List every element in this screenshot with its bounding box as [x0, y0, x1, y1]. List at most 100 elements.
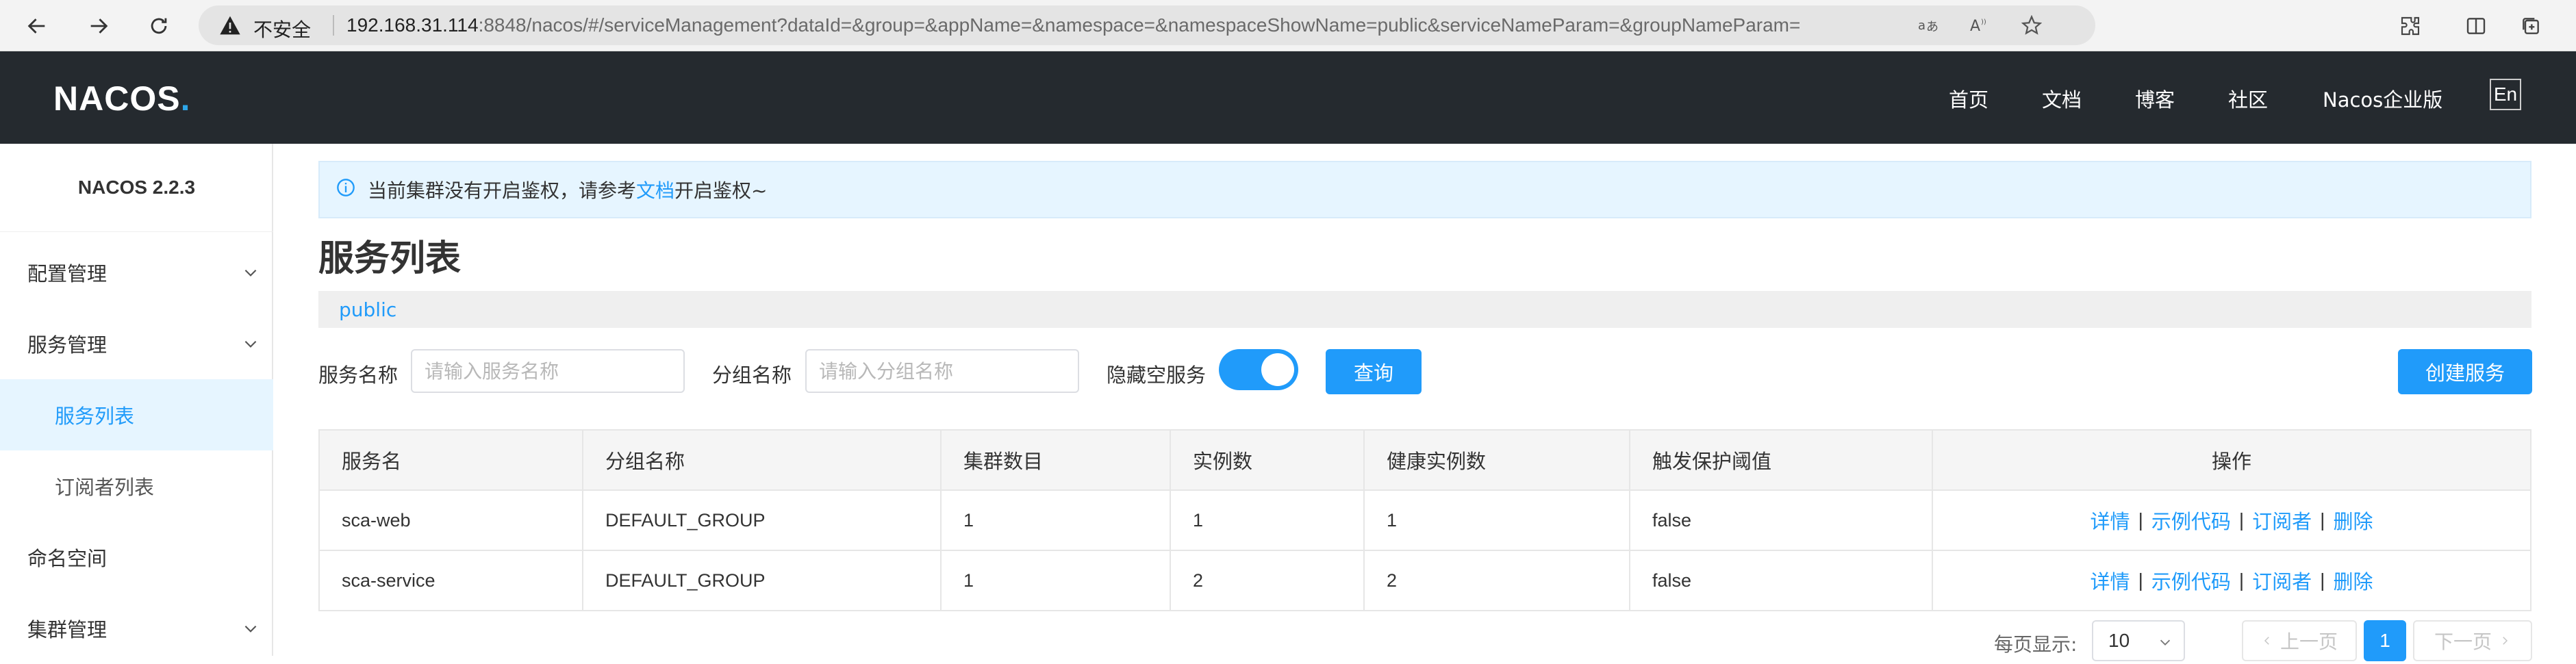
- subscribers-link[interactable]: 订阅者: [2252, 566, 2312, 595]
- auth-notice: 当前集群没有开启鉴权，请参考 文档 开启鉴权~: [318, 161, 2531, 218]
- toggle-knob: [1261, 353, 1294, 386]
- url-host: 192.168.31.114: [346, 14, 479, 36]
- subscribers-link[interactable]: 订阅者: [2252, 506, 2312, 535]
- op-separator: |: [2138, 570, 2143, 591]
- sidebar-item-label: 服务管理: [27, 333, 108, 357]
- table-header-row: 服务名 分组名称 集群数目 实例数 健康实例数 触发保护阈值 操作: [320, 431, 2530, 491]
- docs-link[interactable]: 文档: [636, 176, 674, 203]
- nav-blog[interactable]: 博客: [2135, 84, 2175, 113]
- sample-code-link[interactable]: 示例代码: [2151, 506, 2231, 535]
- next-page-button[interactable]: 下一页: [2413, 620, 2532, 661]
- svg-text:)): )): [1981, 18, 1986, 26]
- version-label: NACOS 2.2.3: [77, 177, 196, 198]
- cell-group-name: DEFAULT_GROUP: [583, 491, 942, 550]
- app-header: NACOS. 首页 文档 博客 社区 Nacos企业版 En: [0, 51, 2576, 144]
- svg-text:A: A: [1970, 18, 1980, 35]
- column-header-instance-count: 实例数: [1171, 431, 1365, 489]
- collections-icon[interactable]: [2517, 12, 2545, 40]
- column-header-cluster-count: 集群数目: [942, 431, 1171, 489]
- svg-text:あ: あ: [1926, 20, 1939, 34]
- group-name-input[interactable]: [805, 349, 1079, 393]
- prev-page-label: 上一页: [2280, 630, 2338, 653]
- column-header-healthy-count: 健康实例数: [1365, 431, 1630, 489]
- cell-protect-threshold: false: [1630, 491, 1933, 550]
- address-separator: [333, 15, 334, 36]
- cell-operations: 详情 | 示例代码 | 订阅者 | 删除: [1933, 551, 2530, 610]
- hide-empty-label: 隐藏空服务: [1107, 363, 1207, 387]
- sidebar-item-label: 配置管理: [27, 262, 108, 285]
- op-separator: |: [2320, 570, 2325, 591]
- service-name-input[interactable]: [411, 349, 685, 393]
- sidebar-item-subscriber-list[interactable]: 订阅者列表: [0, 450, 273, 522]
- browser-toolbar: 不安全 192.168.31.114:8848/nacos/#/serviceM…: [0, 0, 2576, 51]
- table-row: sca-service DEFAULT_GROUP 1 2 2 false 详情…: [320, 551, 2530, 610]
- notice-text: 当前集群没有开启鉴权，请参考: [368, 179, 637, 202]
- chevron-down-icon: [2158, 633, 2173, 654]
- sidebar-item-label: 命名空间: [27, 547, 108, 570]
- favorite-star-icon[interactable]: [2020, 14, 2043, 37]
- detail-link[interactable]: 详情: [2091, 506, 2130, 535]
- query-button[interactable]: 查询: [1326, 349, 1422, 394]
- cell-protect-threshold: false: [1630, 551, 1933, 610]
- sidebar-item-service-list[interactable]: 服务列表: [0, 379, 273, 450]
- per-page-value: 10: [2108, 630, 2130, 651]
- url-path: :8848/nacos/#/serviceManagement?dataId=&…: [478, 14, 1801, 36]
- cell-instance-count: 1: [1171, 491, 1365, 550]
- sidebar-item-label: 服务列表: [55, 405, 135, 428]
- warning-icon: [219, 15, 241, 38]
- split-screen-icon[interactable]: [2462, 12, 2490, 40]
- delete-link[interactable]: 删除: [2333, 566, 2373, 595]
- op-separator: |: [2238, 570, 2245, 591]
- url-text[interactable]: 192.168.31.114:8848/nacos/#/serviceManag…: [346, 14, 1800, 36]
- sidebar-item-label: 集群管理: [27, 618, 108, 641]
- nacos-logo[interactable]: NACOS.: [53, 79, 190, 118]
- sample-code-link[interactable]: 示例代码: [2151, 566, 2231, 595]
- service-table: 服务名 分组名称 集群数目 实例数 健康实例数 触发保护阈值 操作 sca-we…: [318, 429, 2531, 611]
- notice-text-end: 开启鉴权~: [674, 179, 768, 202]
- back-arrow-icon[interactable]: [21, 10, 53, 42]
- detail-link[interactable]: 详情: [2091, 566, 2130, 595]
- op-separator: |: [2138, 509, 2143, 531]
- nav-home[interactable]: 首页: [1949, 84, 1988, 113]
- table-row: sca-web DEFAULT_GROUP 1 1 1 false 详情 | 示例代…: [320, 491, 2530, 551]
- group-name-label: 分组名称: [712, 363, 792, 387]
- chevron-down-icon: [242, 334, 260, 357]
- sidebar: NACOS 2.2.3 配置管理 服务管理 服务列表 订阅者列表 命名空间 集群…: [0, 144, 273, 656]
- nav-docs[interactable]: 文档: [2042, 84, 2082, 113]
- column-header-protect-threshold: 触发保护阈值: [1630, 431, 1933, 489]
- page-title: 服务列表: [318, 238, 462, 279]
- column-header-operations: 操作: [1933, 431, 2530, 489]
- namespace-bar: public: [318, 291, 2531, 328]
- per-page-select[interactable]: 10: [2092, 620, 2185, 661]
- translate-icon[interactable]: aあ: [1917, 14, 1941, 37]
- sidebar-item-namespace[interactable]: 命名空间: [0, 522, 273, 593]
- cell-cluster-count: 1: [942, 491, 1171, 550]
- cell-service-name: sca-service: [320, 551, 583, 610]
- address-bar[interactable]: 不安全 192.168.31.114:8848/nacos/#/serviceM…: [199, 5, 2095, 45]
- nav-enterprise[interactable]: Nacos企业版: [2323, 84, 2442, 113]
- namespace-public[interactable]: public: [339, 298, 396, 321]
- prev-page-button[interactable]: 上一页: [2242, 620, 2357, 661]
- language-switch-button[interactable]: En: [2490, 79, 2521, 110]
- read-aloud-icon[interactable]: A)): [1968, 14, 1991, 37]
- forward-arrow-icon[interactable]: [82, 10, 115, 42]
- cell-operations: 详情 | 示例代码 | 订阅者 | 删除: [1933, 491, 2530, 550]
- chevron-left-icon: [2264, 637, 2269, 645]
- security-status[interactable]: 不安全: [253, 15, 311, 42]
- page-number-current[interactable]: 1: [2364, 620, 2406, 661]
- sidebar-item-service-management[interactable]: 服务管理: [0, 308, 273, 379]
- hide-empty-toggle[interactable]: [1219, 349, 1298, 390]
- nav-community[interactable]: 社区: [2228, 84, 2268, 113]
- op-separator: |: [2238, 509, 2245, 531]
- per-page-label: 每页显示:: [1994, 633, 2078, 656]
- sidebar-item-cluster-management[interactable]: 集群管理: [0, 593, 273, 664]
- extensions-icon[interactable]: [2397, 12, 2424, 40]
- op-separator: |: [2320, 509, 2325, 531]
- cell-cluster-count: 1: [942, 551, 1171, 610]
- sidebar-item-config-management[interactable]: 配置管理: [0, 237, 273, 308]
- create-service-button[interactable]: 创建服务: [2398, 349, 2532, 394]
- delete-link[interactable]: 删除: [2333, 506, 2373, 535]
- cell-service-name: sca-web: [320, 491, 583, 550]
- chevron-down-icon: [242, 263, 260, 286]
- reload-icon[interactable]: [142, 10, 175, 42]
